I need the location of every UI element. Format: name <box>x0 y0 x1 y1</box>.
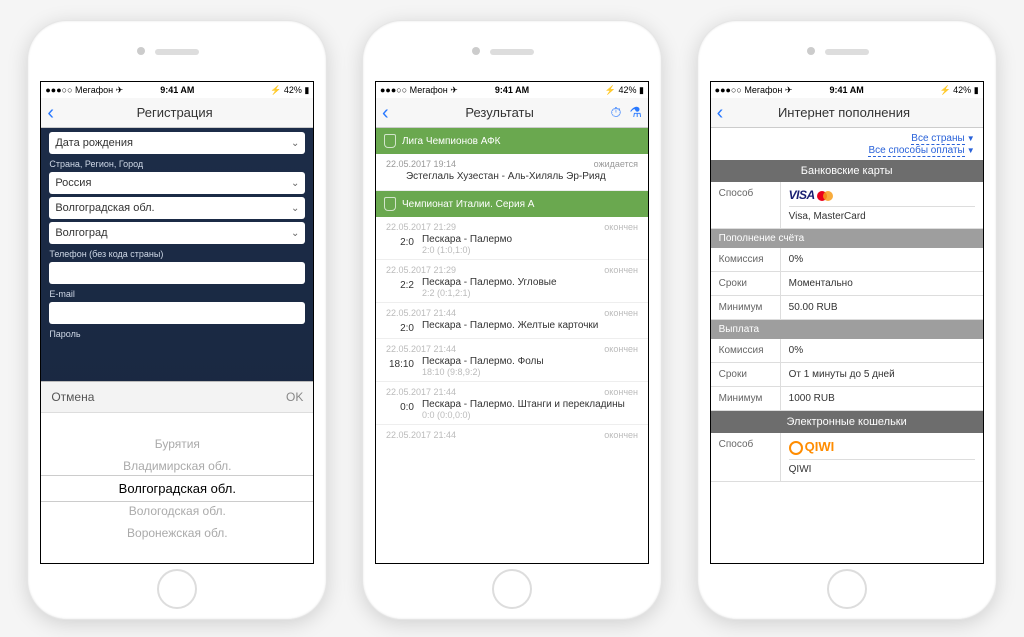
picker-toolbar: Отмена OK <box>41 382 313 413</box>
sub-header: Выплата <box>711 320 983 339</box>
page-title: Интернет пополнения <box>729 105 958 120</box>
carrier: ●●●○○ Мегафон ✈ <box>45 85 123 96</box>
status-bar: ●●●○○ Мегафон ✈ 9:41 AM ⚡ 42% ▮ <box>41 82 313 98</box>
sub-header: Пополнение счёта <box>711 229 983 248</box>
match-row[interactable]: 2:0 Пескара - Палермо. Желтые карточки <box>376 318 648 339</box>
dob-field[interactable]: Дата рождения ⌄ <box>49 132 305 154</box>
picker-wheel[interactable]: Бурятия Владимирская обл. Волгоградская … <box>41 413 313 563</box>
ok-button[interactable]: OK <box>286 390 303 404</box>
match-row[interactable]: 2:0 Пескара - Палермо2:0 (1:0,1:0) <box>376 232 648 260</box>
match-meta: 22.05.2017 21:44окончен <box>376 425 648 440</box>
email-label: E-mail <box>49 289 305 299</box>
table-row: Минимум1000 RUB <box>711 387 983 411</box>
shield-icon <box>384 197 396 211</box>
location-label: Страна, Регион, Город <box>49 159 305 169</box>
section-header: Банковские карты <box>711 160 983 182</box>
clock: 9:41 AM <box>830 85 864 95</box>
table-row: Минимум50.00 RUB <box>711 296 983 320</box>
mastercard-logo <box>817 190 835 202</box>
table-row: Комиссия0% <box>711 339 983 363</box>
picker-option[interactable]: Владимирская обл. <box>123 455 231 477</box>
league-header[interactable]: Лига Чемпионов АФК <box>376 128 648 154</box>
qiwi-logo: QIWI <box>789 439 975 455</box>
screen: ●●●○○ Мегафон ✈ 9:41 AM ⚡ 42% ▮ ‹ Резуль… <box>375 81 649 564</box>
screen: ●●●○○ Мегафон ✈ 9:41 AM ⚡ 42% ▮ ‹ Регист… <box>40 81 314 564</box>
country-filter[interactable]: Все страны <box>911 133 964 145</box>
nav-bar: ‹ Результаты ⏱ ⚗ <box>376 98 648 128</box>
battery: ⚡ 42% ▮ <box>939 85 978 96</box>
home-button[interactable] <box>492 569 532 609</box>
chevron-down-icon: ⌄ <box>291 203 299 214</box>
match-meta: 22.05.2017 21:29окончен <box>376 217 648 232</box>
picker-overlay: Отмена OK Бурятия Владимирская обл. Волг… <box>41 381 313 563</box>
match-meta: 22.05.2017 21:29окончен <box>376 260 648 275</box>
match-row[interactable]: 2:2 Пескара - Палермо. Угловые2:2 (0:1,2… <box>376 275 648 303</box>
email-input[interactable] <box>49 302 305 324</box>
region-select[interactable]: Волгоградская обл. ⌄ <box>49 197 305 219</box>
section-header: Электронные кошельки <box>711 411 983 433</box>
registration-form: Дата рождения ⌄ Страна, Регион, Город Ро… <box>41 128 313 563</box>
table-row: Комиссия0% <box>711 248 983 272</box>
picker-option-selected[interactable]: Волгоградская обл. <box>119 477 236 500</box>
shield-icon <box>384 134 396 148</box>
table-row: СрокиОт 1 минуты до 5 дней <box>711 363 983 387</box>
country-select[interactable]: Россия ⌄ <box>49 172 305 194</box>
phone-registration: ●●●○○ Мегафон ✈ 9:41 AM ⚡ 42% ▮ ‹ Регист… <box>27 20 327 620</box>
table-row: Способ QIWI QIWI <box>711 433 983 482</box>
payments-body[interactable]: Все страны▼ Все способы оплаты▼ Банковск… <box>711 128 983 563</box>
picker-option[interactable]: Воронежская обл. <box>127 522 228 544</box>
phone-results: ●●●○○ Мегафон ✈ 9:41 AM ⚡ 42% ▮ ‹ Резуль… <box>362 20 662 620</box>
home-button[interactable] <box>157 569 197 609</box>
phone-input[interactable] <box>49 262 305 284</box>
table-row: СрокиМоментально <box>711 272 983 296</box>
match-row[interactable]: Эстеглаль Хузестан - Аль-Хиляль Эр-Рияд <box>376 171 648 191</box>
carrier: ●●●○○ Мегафон ✈ <box>380 85 458 96</box>
chevron-down-icon: ⌄ <box>291 138 299 149</box>
match-meta: 22.05.2017 21:44окончен <box>376 382 648 397</box>
home-button[interactable] <box>827 569 867 609</box>
match-meta: 22.05.2017 19:14 ожидается <box>376 154 648 171</box>
back-icon[interactable]: ‹ <box>41 103 60 123</box>
method-filter[interactable]: Все способы оплаты <box>868 145 964 157</box>
table-row: Способ VISA Visa, MasterCard <box>711 182 983 229</box>
results-list[interactable]: Лига Чемпионов АФК 22.05.2017 19:14 ожид… <box>376 128 648 563</box>
visa-logo: VISA <box>789 188 815 202</box>
phone-payments: ●●●○○ Мегафон ✈ 9:41 AM ⚡ 42% ▮ ‹ Интерн… <box>697 20 997 620</box>
chevron-down-icon: ⌄ <box>291 178 299 189</box>
cancel-button[interactable]: Отмена <box>51 390 94 404</box>
nav-bar: ‹ Регистрация <box>41 98 313 128</box>
picker-option[interactable]: Вологодская обл. <box>129 500 226 522</box>
status-bar: ●●●○○ Мегафон ✈ 9:41 AM ⚡ 42% ▮ <box>711 82 983 98</box>
phone-label: Телефон (без кода страны) <box>49 249 305 259</box>
back-icon[interactable]: ‹ <box>711 103 730 123</box>
picker-option[interactable]: Бурятия <box>155 433 200 455</box>
battery: ⚡ 42% ▮ <box>605 85 644 96</box>
timer-icon[interactable]: ⏱ <box>611 104 622 121</box>
clock: 9:41 AM <box>495 85 529 95</box>
match-meta: 22.05.2017 21:44окончен <box>376 303 648 318</box>
clock: 9:41 AM <box>160 85 194 95</box>
page-title: Результаты <box>395 105 605 120</box>
page-title: Регистрация <box>60 105 289 120</box>
match-row[interactable]: 0:0 Пескара - Палермо. Штанги и переклад… <box>376 397 648 425</box>
match-row[interactable]: 18:10 Пескара - Палермо. Фолы18:10 (9:8,… <box>376 354 648 382</box>
chevron-down-icon: ⌄ <box>291 228 299 239</box>
screen: ●●●○○ Мегафон ✈ 9:41 AM ⚡ 42% ▮ ‹ Интерн… <box>710 81 984 564</box>
password-label: Пароль <box>49 329 305 339</box>
match-meta: 22.05.2017 21:44окончен <box>376 339 648 354</box>
city-select[interactable]: Волгоград ⌄ <box>49 222 305 244</box>
league-header[interactable]: Чемпионат Италии. Серия А <box>376 191 648 217</box>
back-icon[interactable]: ‹ <box>376 103 395 123</box>
carrier: ●●●○○ Мегафон ✈ <box>715 85 793 96</box>
nav-bar: ‹ Интернет пополнения <box>711 98 983 128</box>
filter-icon[interactable]: ⚗ <box>629 104 642 121</box>
battery: ⚡ 42% ▮ <box>270 85 309 96</box>
status-bar: ●●●○○ Мегафон ✈ 9:41 AM ⚡ 42% ▮ <box>376 82 648 98</box>
